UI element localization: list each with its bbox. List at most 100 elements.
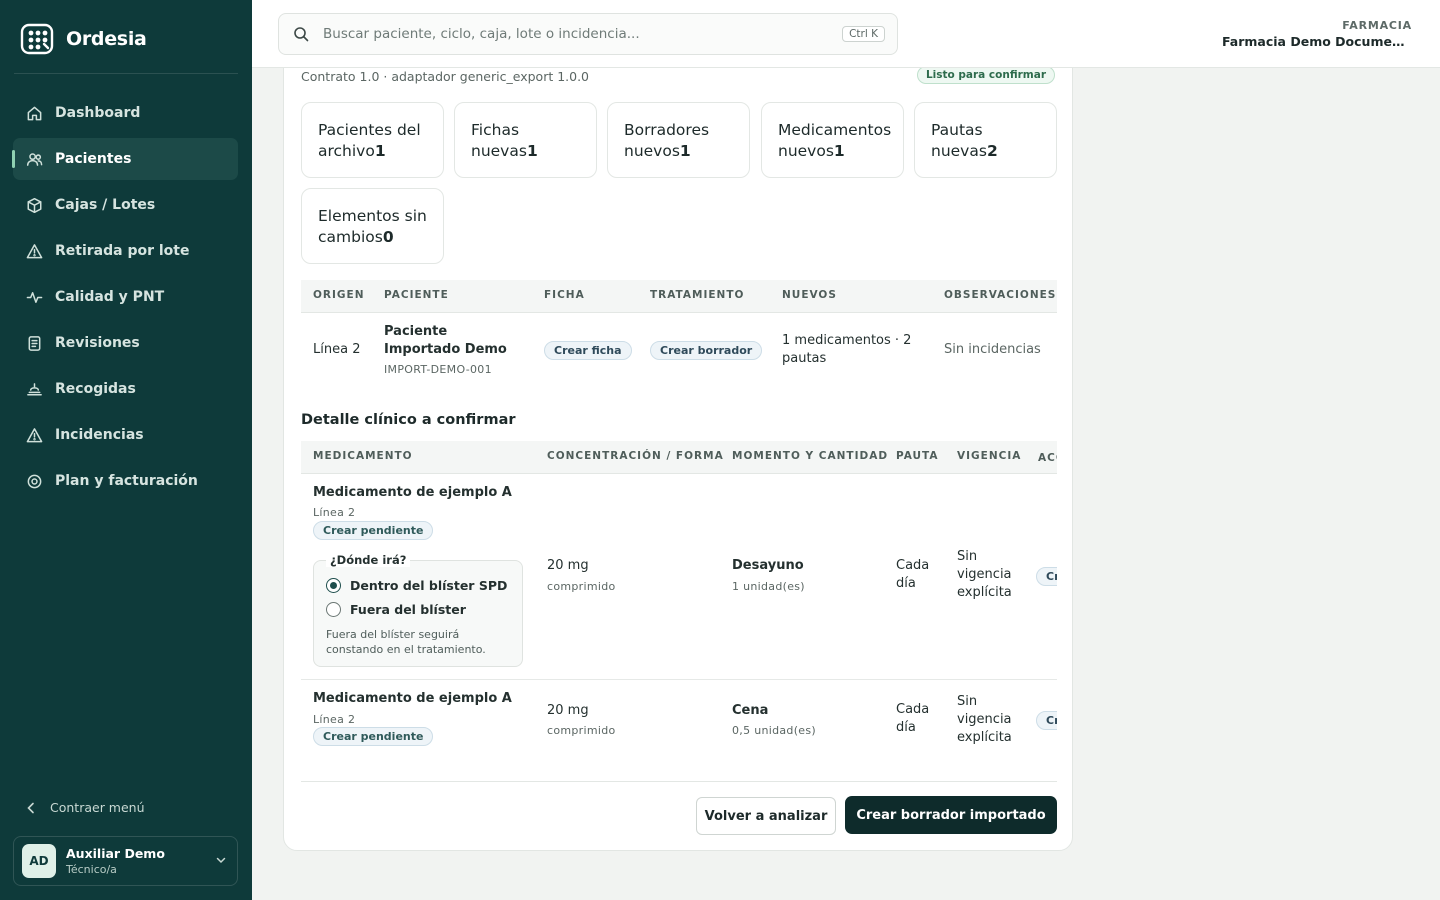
placement-option-label: Fuera del blíster [350,602,466,617]
sidebar-item-label: Pacientes [55,151,132,167]
contract-info: Contrato 1.0 · adaptador generic_export … [301,69,590,84]
placement-option-outside[interactable]: Fuera del blíster [326,602,466,617]
patient-id: IMPORT-DEMO-001 [384,363,492,376]
row-action-clip: Crear [1036,565,1057,587]
placement-option-inside[interactable]: Dentro del blíster SPD [326,578,507,593]
sidebar-item-incidencias[interactable]: Incidencias [13,414,238,456]
clinical-detail-title: Detalle clínico a confirmar [301,412,516,428]
patient-origin: Línea 2 [313,342,361,357]
users-icon [25,150,43,168]
sidebar-item-plan-facturacion[interactable]: Plan y facturación [13,460,238,502]
app-name: Ordesia [66,28,147,50]
medication-form: comprimido [547,724,616,737]
column-header-tratamiento: TRATAMIENTO [650,289,745,301]
stat-fichas-nuevas: Fichas nuevas1 [454,102,597,178]
column-header-nuevos: NUEVOS [782,289,837,301]
row-action-button[interactable]: Crear [1036,711,1057,730]
stat-value: 1 [833,142,845,160]
medication-line: Línea 2 [313,506,356,519]
medication-strength: 20 mg [547,703,589,718]
chevron-left-icon [27,802,34,813]
dose-moment: Desayuno [732,558,804,573]
user-name: Auxiliar Demo [66,846,165,861]
brand[interactable]: Ordesia [20,22,147,56]
placement-legend: ¿Dónde irá? [326,553,411,567]
stat-borradores-nuevos: Borradores nuevos1 [607,102,750,178]
medication-name: Medicamento de ejemplo A [313,691,512,706]
column-header-vigencia: VIGENCIA [957,450,1022,462]
dose-schedule: Cada día [896,702,930,735]
stat-elementos-sin-cambios: Elementos sin cambios0 [301,188,444,264]
stat-label: Pautas nuevas [931,121,987,160]
import-review-card: Contrato 1.0 · adaptador generic_export … [283,40,1073,851]
stat-medicamentos-nuevos: Medicamentos nuevos1 [761,102,904,178]
collapse-menu-label: Contraer menú [50,800,145,815]
stat-pautas-nuevas: Pautas nuevas2 [914,102,1057,178]
search-shortcut: Ctrl K [842,26,885,42]
row-action-clip: Crear [1036,709,1057,731]
avatar: AD [22,844,56,878]
box-icon [25,196,43,214]
column-header-concentracion: CONCENTRACIÓN / FORMA [547,450,724,462]
column-header-observaciones: OBSERVACIONES [944,289,1057,301]
create-draft-button[interactable]: Crear borrador [650,341,763,360]
column-header-pauta: PAUTA [896,450,939,462]
sidebar-item-cajas-lotes[interactable]: Cajas / Lotes [13,184,238,226]
sidebar-item-label: Cajas / Lotes [55,197,156,213]
footer-divider [301,781,1057,782]
medication-strength: 20 mg [547,558,589,573]
dose-validity: Sin vigencia explícita [957,549,1012,600]
pharmacy-name[interactable]: Farmacia Demo Documen... [1222,34,1412,49]
create-imported-draft-button[interactable]: Crear borrador importado [845,796,1057,834]
sidebar: Ordesia Dashboard Pacientes Cajas / Lote… [0,0,252,900]
placement-option-label: Dentro del blíster SPD [350,578,508,593]
collapse-menu-button[interactable]: Contraer menú [26,800,145,815]
medication-name: Medicamento de ejemplo A [313,485,512,500]
sidebar-item-recogidas[interactable]: Recogidas [13,368,238,410]
stat-pacientes-archivo: Pacientes del archivo1 [301,102,444,178]
sidebar-nav: Dashboard Pacientes Cajas / Lotes Retira… [12,92,238,506]
sidebar-item-revisiones[interactable]: Revisiones [13,322,238,364]
column-header-accion-clip: ACCIÓN [1038,446,1057,468]
dose-quantity: 0,5 unidad(es) [732,724,816,737]
home-icon [25,104,43,122]
sidebar-item-label: Calidad y PNT [55,289,165,305]
sidebar-divider [14,73,238,74]
user-menu[interactable]: AD Auxiliar Demo Técnico/a [13,836,238,886]
sidebar-item-label: Revisiones [55,335,140,351]
sidebar-item-calidad-pnt[interactable]: Calidad y PNT [13,276,238,318]
ordesia-logo-icon [20,23,54,55]
stat-value: 2 [986,142,998,160]
stat-value: 0 [382,228,394,246]
reanalyze-button[interactable]: Volver a analizar [696,797,836,835]
stat-value: 1 [374,142,386,160]
search-placeholder: Buscar paciente, ciclo, caja, lote o inc… [323,26,640,42]
sidebar-item-retirada-lote[interactable]: Retirada por lote [13,230,238,272]
stat-label: Borradores nuevos [624,121,710,160]
create-record-button[interactable]: Crear ficha [544,341,632,360]
column-header-momento: MOMENTO Y CANTIDAD [732,450,889,462]
sidebar-item-label: Retirada por lote [55,243,190,259]
pending-status-badge[interactable]: Crear pendiente [313,521,434,540]
pickup-icon [25,380,43,398]
sidebar-item-pacientes[interactable]: Pacientes [12,138,238,180]
search-icon [294,27,309,42]
pending-status-badge[interactable]: Crear pendiente [313,727,434,746]
stat-value: 1 [526,142,538,160]
status-badge: Listo para confirmar [916,66,1055,84]
row-action-button[interactable]: Crear [1036,567,1057,586]
sidebar-item-dashboard[interactable]: Dashboard [13,92,238,134]
medication-form: comprimido [547,580,616,593]
stat-value: 1 [679,142,691,160]
dose-moment: Cena [732,703,769,718]
topbar: Buscar paciente, ciclo, caja, lote o inc… [252,0,1440,68]
settings-icon [25,472,43,490]
placement-note: Fuera del blíster seguirá constando en e… [326,628,486,656]
row-divider [301,679,1057,680]
sidebar-item-label: Recogidas [55,381,136,397]
dose-validity: Sin vigencia explícita [957,694,1012,745]
search-input[interactable]: Buscar paciente, ciclo, caja, lote o inc… [278,13,898,55]
column-header-ficha: FICHA [544,289,585,301]
dose-quantity: 1 unidad(es) [732,580,805,593]
chevron-down-icon [216,857,226,864]
